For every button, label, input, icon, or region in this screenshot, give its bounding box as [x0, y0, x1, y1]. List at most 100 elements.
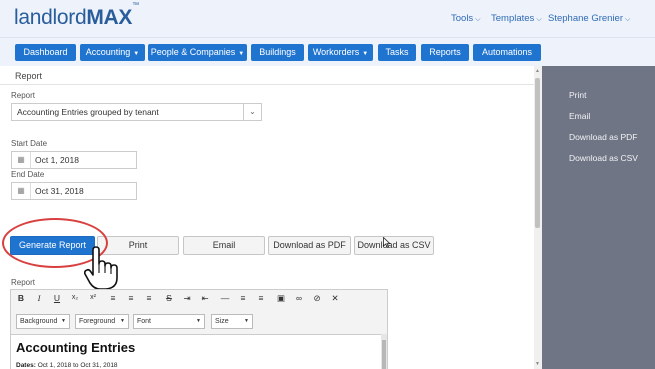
main-nav: Dashboard Accounting ▼ People & Companies…: [0, 38, 655, 66]
nav-tasks[interactable]: Tasks: [378, 44, 416, 61]
italic-icon[interactable]: I: [33, 292, 45, 304]
divider: [0, 84, 534, 85]
align-left-icon[interactable]: ≡: [107, 292, 119, 304]
chevron-down-icon: ⌵: [475, 16, 481, 23]
start-date-field[interactable]: ▦ Oct 1, 2018: [11, 151, 137, 169]
end-date-field[interactable]: ▦ Oct 31, 2018: [11, 182, 137, 200]
align-right-icon[interactable]: ≡: [143, 292, 155, 304]
scroll-down-icon[interactable]: ▼: [535, 361, 540, 367]
chevron-down-icon: ▼: [238, 51, 245, 57]
image-icon[interactable]: ▣: [275, 292, 287, 304]
strikethrough-icon[interactable]: S: [163, 292, 175, 304]
actions-sidebar: Print Email Download as PDF Download as …: [542, 66, 655, 369]
mouse-cursor-icon: [383, 237, 391, 248]
editor-toolbar: B I U x₂ x² ≡ ≡ ≡ S ⇥ ⇤ — ≡ ≡ ▣ ∞ ⊘ ✕: [11, 290, 387, 306]
nav-automations-label: Automations: [481, 47, 533, 57]
menu-user-label: Stephane Grenier: [548, 13, 623, 24]
nav-reports[interactable]: Reports: [421, 44, 469, 61]
logo-trademark: ™: [132, 2, 139, 9]
chevron-down-icon: ▼: [133, 51, 140, 57]
app-logo[interactable]: landlordMAX™: [14, 2, 139, 30]
caret-down-icon: ▼: [244, 318, 249, 324]
background-select-label: Background: [20, 318, 58, 325]
underline-icon[interactable]: U: [51, 292, 63, 304]
subscript-icon[interactable]: x₂: [69, 292, 81, 304]
nav-workorders-label: Workorders: [312, 47, 360, 57]
caret-down-icon: ▼: [196, 318, 201, 324]
background-color-select[interactable]: Background ▼: [16, 314, 70, 329]
nav-automations[interactable]: Automations: [473, 44, 541, 61]
chevron-down-icon[interactable]: ⌄: [243, 104, 261, 120]
size-select[interactable]: Size ▼: [211, 314, 253, 329]
nav-accounting[interactable]: Accounting ▼: [80, 44, 145, 61]
email-button[interactable]: Email: [183, 236, 265, 255]
sidebar-item-download-pdf[interactable]: Download as PDF: [569, 132, 638, 142]
report-type-value: Accounting Entries grouped by tenant: [17, 107, 159, 117]
scroll-up-icon[interactable]: ▲: [535, 68, 540, 74]
font-select[interactable]: Font ▼: [133, 314, 205, 329]
chevron-down-icon: ▼: [362, 51, 369, 57]
calendar-icon[interactable]: ▦: [12, 183, 31, 199]
nav-people-companies[interactable]: People & Companies ▼: [148, 44, 247, 61]
document-title: Accounting Entries: [16, 340, 136, 355]
caret-down-icon: ▼: [120, 318, 125, 324]
report-editor[interactable]: B I U x₂ x² ≡ ≡ ≡ S ⇥ ⇤ — ≡ ≡ ▣ ∞ ⊘ ✕ Ba…: [10, 289, 388, 369]
menu-templates-label: Templates: [491, 13, 535, 24]
size-select-label: Size: [215, 318, 229, 325]
nav-accounting-label: Accounting: [85, 47, 131, 57]
caret-down-icon: ▼: [61, 318, 66, 324]
nav-buildings-label: Buildings: [259, 47, 296, 57]
editor-scrollbar-thumb[interactable]: [382, 340, 386, 369]
nav-workorders[interactable]: Workorders ▼: [308, 44, 373, 61]
editor-label: Report: [11, 278, 36, 287]
menu-templates[interactable]: Templates ⌵: [491, 13, 542, 24]
font-select-label: Font: [137, 318, 152, 325]
chevron-down-icon: ⌵: [625, 16, 631, 23]
outdent-icon[interactable]: ⇤: [199, 292, 211, 304]
end-date-value: Oct 31, 2018: [35, 186, 84, 196]
indent-icon[interactable]: ⇥: [181, 292, 193, 304]
start-date-label: Start Date: [11, 139, 48, 148]
report-type-select[interactable]: Accounting Entries grouped by tenant ⌄: [11, 103, 262, 121]
horizontal-rule-icon[interactable]: —: [219, 292, 231, 304]
calendar-icon[interactable]: ▦: [12, 152, 31, 168]
sidebar-item-download-csv[interactable]: Download as CSV: [569, 153, 638, 163]
pointer-hand-icon: [84, 246, 118, 290]
logo-bold-text: MAX: [86, 6, 133, 29]
nav-buildings[interactable]: Buildings: [251, 44, 304, 61]
logo-text: landlord: [14, 6, 87, 29]
nav-dashboard-label: Dashboard: [23, 47, 68, 57]
bold-icon[interactable]: B: [15, 292, 27, 304]
unlink-icon[interactable]: ⊘: [311, 292, 323, 304]
dates-value: Oct 1, 2018 to Oct 31, 2018: [37, 362, 118, 369]
nav-people-label: People & Companies: [150, 47, 236, 57]
editor-document[interactable]: Accounting Entries Dates: Oct 1, 2018 to…: [11, 334, 381, 369]
ordered-list-icon[interactable]: ≡: [237, 292, 249, 304]
sidebar-item-print[interactable]: Print: [569, 90, 586, 100]
superscript-icon[interactable]: x²: [87, 292, 99, 304]
download-pdf-button[interactable]: Download as PDF: [268, 236, 351, 255]
foreground-select-label: Foreground: [79, 318, 116, 325]
page-scrollbar-thumb[interactable]: [535, 78, 540, 228]
align-center-icon[interactable]: ≡: [125, 292, 137, 304]
report-type-label: Report: [11, 91, 36, 100]
nav-dashboard[interactable]: Dashboard: [15, 44, 76, 61]
chevron-down-icon: ⌵: [536, 16, 542, 23]
document-dates: Dates: Oct 1, 2018 to Oct 31, 2018: [16, 362, 118, 369]
report-content: Report Report Accounting Entries grouped…: [0, 66, 534, 369]
foreground-color-select[interactable]: Foreground ▼: [75, 314, 129, 329]
nav-tasks-label: Tasks: [385, 47, 409, 57]
menu-tools[interactable]: Tools ⌵: [451, 13, 481, 24]
app-header: landlordMAX™ Tools ⌵ Templates ⌵ Stephane …: [0, 0, 655, 38]
sidebar-item-email[interactable]: Email: [569, 111, 590, 121]
link-icon[interactable]: ∞: [293, 292, 305, 304]
page-scrollbar[interactable]: ▲ ▼: [534, 66, 542, 369]
page-title: Report: [15, 71, 43, 81]
nav-reports-label: Reports: [429, 47, 461, 57]
bullet-list-icon[interactable]: ≡: [255, 292, 267, 304]
download-csv-button[interactable]: Download as CSV: [354, 236, 434, 255]
editor-scrollbar[interactable]: [381, 334, 387, 369]
menu-user[interactable]: Stephane Grenier ⌵: [548, 13, 630, 24]
clear-format-icon[interactable]: ✕: [329, 292, 341, 304]
menu-tools-label: Tools: [451, 13, 474, 24]
